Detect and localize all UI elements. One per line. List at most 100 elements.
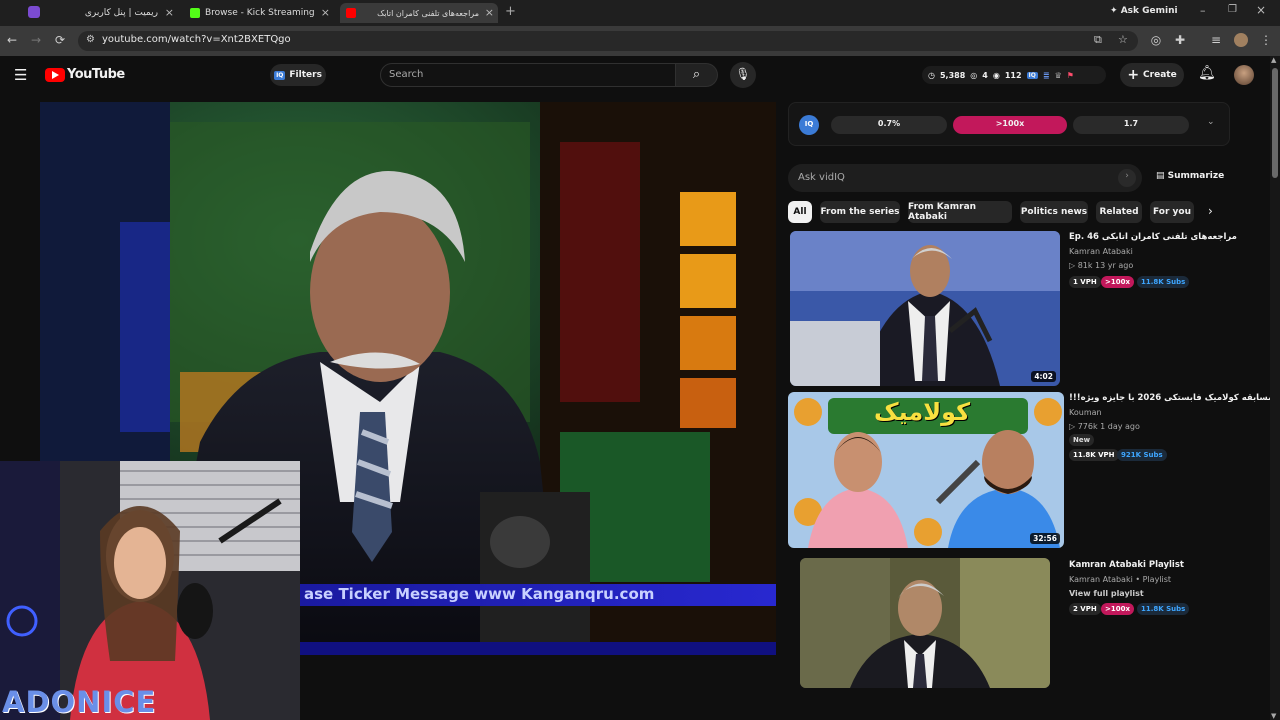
create-label: Create — [1143, 70, 1177, 80]
playlist-channel[interactable]: Kamran Atabaki • Playlist — [1069, 575, 1171, 584]
profile-avatar[interactable] — [1234, 33, 1248, 47]
ask-gemini-button[interactable]: ✦ Ask Gemini — [1110, 6, 1178, 16]
new-badge: New — [1069, 434, 1095, 446]
vidiq-metric-ratio: 1.7 — [1073, 116, 1189, 134]
site-info-icon[interactable]: ⚙ — [86, 34, 95, 45]
video-title[interactable]: مسابقه کولامیک فابستکی 2026 با جایزه ویژ… — [1069, 393, 1273, 403]
playlist-title[interactable]: Kamran Atabaki Playlist — [1069, 560, 1184, 570]
views-icon: ◷ — [928, 70, 935, 80]
subs-badge: 11.8K Subs — [1137, 276, 1190, 288]
bookmark-star-icon[interactable]: ☆ — [1118, 33, 1128, 46]
puzzle-icon[interactable]: ✚ — [1172, 33, 1188, 47]
like-icon: ◎ — [970, 70, 978, 80]
channel-name[interactable]: Kouman — [1069, 408, 1102, 417]
close-icon[interactable]: × — [485, 6, 494, 19]
youtube-logo[interactable]: YouTube — [45, 67, 125, 82]
plus-icon: + — [1127, 67, 1140, 83]
metric-value: >100x — [995, 119, 1025, 128]
tab-kick[interactable]: Browse - Kick Streaming × — [184, 3, 334, 23]
install-icon[interactable]: ⧉ — [1094, 33, 1102, 47]
chevron-down-icon[interactable]: ⌄ — [1207, 117, 1215, 127]
close-window-button[interactable]: × — [1256, 3, 1266, 17]
scroll-down-icon[interactable]: ▼ — [1271, 712, 1276, 720]
url-text: youtube.com/watch?v=Xnt2BXETQgo — [102, 34, 291, 45]
metric-value: 1.7 — [1123, 119, 1139, 128]
account-avatar[interactable] — [1234, 65, 1254, 85]
chip-from-series[interactable]: From the series — [820, 201, 900, 223]
chip-from-kamran-atabaki[interactable]: From Kamran Atabaki — [908, 201, 1012, 223]
channel-name[interactable]: Kamran Atabaki — [1069, 247, 1133, 256]
metric-value: 0.7% — [877, 119, 901, 128]
eye-icon: ◉ — [992, 70, 1000, 80]
news-ticker: ase Ticker Message www Kanganqru.com — [300, 584, 776, 606]
back-icon[interactable]: ← — [4, 33, 20, 47]
page-scrollbar[interactable]: ▲ ▼ — [1270, 56, 1280, 720]
browser-menu-icon[interactable] — [28, 6, 40, 18]
maximize-button[interactable]: ❐ — [1228, 4, 1237, 15]
chips-next-icon[interactable]: › — [1208, 204, 1213, 218]
create-button[interactable]: + Create — [1120, 63, 1184, 87]
youtube-icon — [346, 8, 356, 18]
streamer-webcam — [0, 461, 300, 720]
notifications-bell-icon[interactable]: 🔔︎ — [1198, 65, 1216, 81]
webcam-overlay: ADONICE — [0, 461, 300, 720]
stat-likes: 4 — [982, 70, 988, 80]
tab-youtube[interactable]: مراجعه‌های تلفنی کامران اتابک × — [340, 3, 498, 23]
chip-for-you[interactable]: For you — [1150, 201, 1194, 223]
kick-icon — [190, 8, 200, 18]
scrollbar-thumb[interactable] — [1272, 68, 1278, 178]
video-title[interactable]: Ep. 46 مراجعه‌های تلفنی کامران اتابکی — [1069, 232, 1237, 242]
close-icon[interactable]: × — [321, 6, 330, 19]
video-thumbnail[interactable]: کولامیک 32:56 — [788, 392, 1064, 548]
search-button[interactable]: ⌕ — [676, 63, 718, 87]
reload-icon[interactable]: ⟳ — [52, 33, 68, 47]
vidiq-panel: IQ 0.7% >100x 1.7 ⌄ — [788, 102, 1230, 146]
thumbnail-text: کولامیک — [874, 398, 971, 426]
ask-vidiq-input[interactable]: Ask vidIQ › — [788, 164, 1142, 192]
trophy-icon[interactable]: ♕ — [1055, 71, 1062, 80]
search-input[interactable]: Search — [380, 63, 676, 87]
playlist-thumbnail[interactable] — [800, 558, 1050, 688]
video-duration: 32:56 — [1030, 533, 1060, 544]
alert-icon[interactable]: ⚑ — [1067, 71, 1074, 80]
video-thumbnail[interactable]: 4:02 — [790, 231, 1060, 386]
filters-label: Filters — [289, 70, 322, 80]
vidiq-icon[interactable]: IQ — [1026, 71, 1038, 79]
extension-icon[interactable]: ◎ — [1148, 33, 1164, 47]
vidiq-logo-icon[interactable]: IQ — [799, 115, 819, 135]
chip-politics-news[interactable]: Politics news — [1020, 201, 1088, 223]
view-full-playlist-link[interactable]: View full playlist — [1069, 589, 1144, 598]
hamburger-menu-icon[interactable]: ☰ — [14, 66, 27, 84]
stat-watching: 112 — [1004, 70, 1022, 80]
voice-search-button[interactable]: 🎙︎ — [730, 62, 756, 88]
vidiq-stats-bar: ◷ 5,388 ◎ 4 ◉ 112 IQ ≣ ♕ ⚑ — [922, 66, 1106, 84]
ticker-text: ase Ticker Message www Kanganqru.com — [304, 585, 655, 603]
summarize-icon: ▤ — [1156, 171, 1168, 181]
filters-button[interactable]: IQ Filters — [270, 64, 326, 86]
chip-all[interactable]: All — [788, 201, 812, 223]
browser-tab-bar: ریمیت | پنل کاربری × Browse - Kick Strea… — [0, 0, 1280, 26]
ask-gemini-label: Ask Gemini — [1120, 6, 1178, 16]
minimize-button[interactable]: – — [1200, 4, 1206, 17]
vph-badge: 1 VPH — [1069, 276, 1101, 288]
forward-icon[interactable]: → — [28, 33, 44, 47]
scroll-up-icon[interactable]: ▲ — [1271, 56, 1276, 64]
send-arrow-icon[interactable]: › — [1118, 169, 1136, 187]
video-meta: ▷ 776k 1 day ago — [1069, 422, 1140, 431]
vph-badge: 2 VPH — [1069, 603, 1101, 615]
list-icon[interactable]: ≣ — [1043, 71, 1050, 80]
vph-badge: 11.8K VPH — [1069, 449, 1119, 461]
chip-related[interactable]: Related — [1096, 201, 1142, 223]
address-bar[interactable]: ⚙ youtube.com/watch?v=Xnt2BXETQgo ⧉ ☆ — [78, 31, 1138, 51]
tab-label: مراجعه‌های تلفنی کامران اتابک — [377, 8, 479, 18]
media-icon[interactable]: ≡ — [1208, 33, 1224, 47]
summarize-button[interactable]: ▤ Summarize — [1156, 171, 1224, 181]
tab-remit[interactable]: ریمیت | پنل کاربری × — [60, 3, 178, 23]
close-icon[interactable]: × — [165, 6, 174, 19]
kebab-menu-icon[interactable]: ⋮ — [1258, 33, 1274, 47]
stat-views: 5,388 — [939, 70, 966, 80]
thumbnail-image — [790, 231, 1060, 386]
gemini-icon: ✦ — [1110, 6, 1121, 16]
tab-label: Browse - Kick Streaming — [205, 8, 315, 18]
new-tab-button[interactable]: + — [505, 4, 516, 19]
